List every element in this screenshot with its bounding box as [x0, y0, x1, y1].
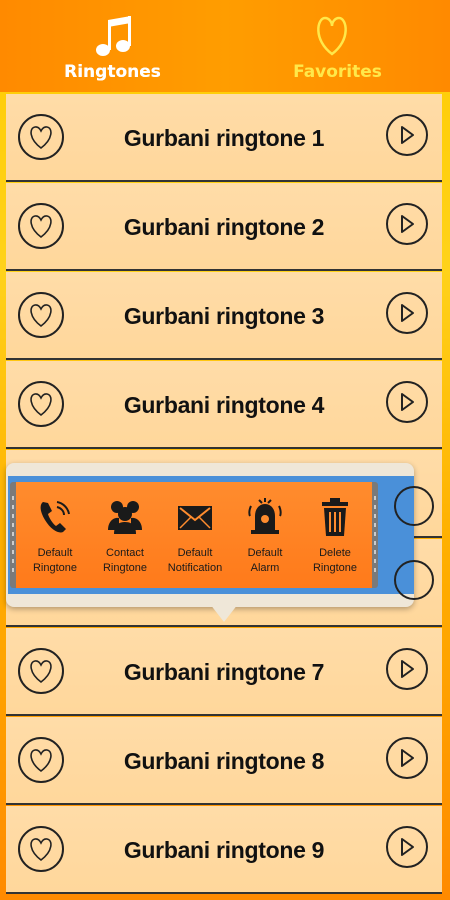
favorite-heart-icon[interactable] — [18, 381, 64, 427]
list-item[interactable]: Gurbani ringtone 9 — [6, 806, 442, 894]
music-note-icon — [96, 16, 131, 56]
popup-caret — [210, 604, 238, 622]
play-icon[interactable] — [386, 826, 428, 868]
ringtone-title: Gurbani ringtone 7 — [123, 658, 325, 685]
ringtone-title: Gurbani ringtone 9 — [123, 836, 325, 863]
favorite-heart-icon[interactable] — [18, 114, 64, 160]
heart-icon — [317, 16, 347, 56]
play-icon[interactable] — [386, 114, 428, 156]
tab-bar: Ringtones Favorites — [0, 0, 450, 92]
tab-favorites-label: Favorites — [293, 62, 382, 82]
favorite-heart-icon[interactable] — [18, 737, 64, 783]
panel-rivets — [12, 496, 14, 574]
envelope-icon — [178, 506, 212, 530]
favorite-heart-icon[interactable] — [18, 826, 64, 872]
contact-group-icon — [108, 501, 142, 534]
panel-rivets — [374, 496, 376, 574]
favorite-heart-icon[interactable] — [18, 292, 64, 338]
play-icon[interactable] — [386, 737, 428, 779]
list-item[interactable]: Gurbani ringtone 3 — [6, 272, 442, 360]
play-icon[interactable] — [386, 292, 428, 334]
ringtone-title: Gurbani ringtone 8 — [123, 747, 325, 774]
popup-action-panel: Default Ringtone Contact Ringtone Default N… — [10, 482, 378, 588]
favorite-heart-icon[interactable] — [18, 648, 64, 694]
tab-ringtones-label: Ringtones — [64, 62, 161, 82]
ringtone-title: Gurbani ringtone 3 — [123, 302, 325, 329]
action-label: Default Notification — [167, 547, 223, 574]
action-label: Default Ringtone — [32, 547, 78, 574]
ringtone-title: Gurbani ringtone 4 — [123, 391, 325, 418]
ringtone-title: Gurbani ringtone 1 — [123, 124, 325, 151]
list-item[interactable]: Gurbani ringtone 2 — [6, 183, 442, 271]
trash-icon — [322, 498, 348, 536]
list-item[interactable]: Gurbani ringtone 1 — [6, 94, 442, 182]
contact-ringtone-button[interactable]: Contact Ringtone — [90, 488, 160, 584]
tab-favorites[interactable]: Favorites — [225, 0, 450, 92]
delete-ringtone-button[interactable]: Delete Ringtone — [300, 488, 370, 584]
action-label: Contact Ringtone — [102, 547, 148, 574]
play-icon — [394, 560, 434, 600]
action-label: Default Alarm — [247, 547, 283, 574]
list-item[interactable]: Gurbani ringtone 8 — [6, 717, 442, 805]
alarm-bell-icon — [248, 498, 282, 534]
play-icon[interactable] — [386, 203, 428, 245]
tab-ringtones[interactable]: Ringtones — [0, 0, 225, 92]
default-alarm-button[interactable]: Default Alarm — [230, 488, 300, 584]
play-icon[interactable] — [386, 381, 428, 423]
list-item[interactable]: Gurbani ringtone 4 — [6, 361, 442, 449]
list-item[interactable]: Gurbani ringtone 7 — [6, 628, 442, 716]
play-icon[interactable] — [386, 648, 428, 690]
default-ringtone-button[interactable]: Default Ringtone — [20, 488, 90, 584]
default-notification-button[interactable]: Default Notification — [160, 488, 230, 584]
action-label: Delete Ringtone — [312, 547, 358, 574]
play-icon — [394, 486, 434, 526]
phone-icon — [40, 501, 70, 533]
favorite-heart-icon[interactable] — [18, 203, 64, 249]
ringtone-title: Gurbani ringtone 2 — [123, 213, 325, 240]
